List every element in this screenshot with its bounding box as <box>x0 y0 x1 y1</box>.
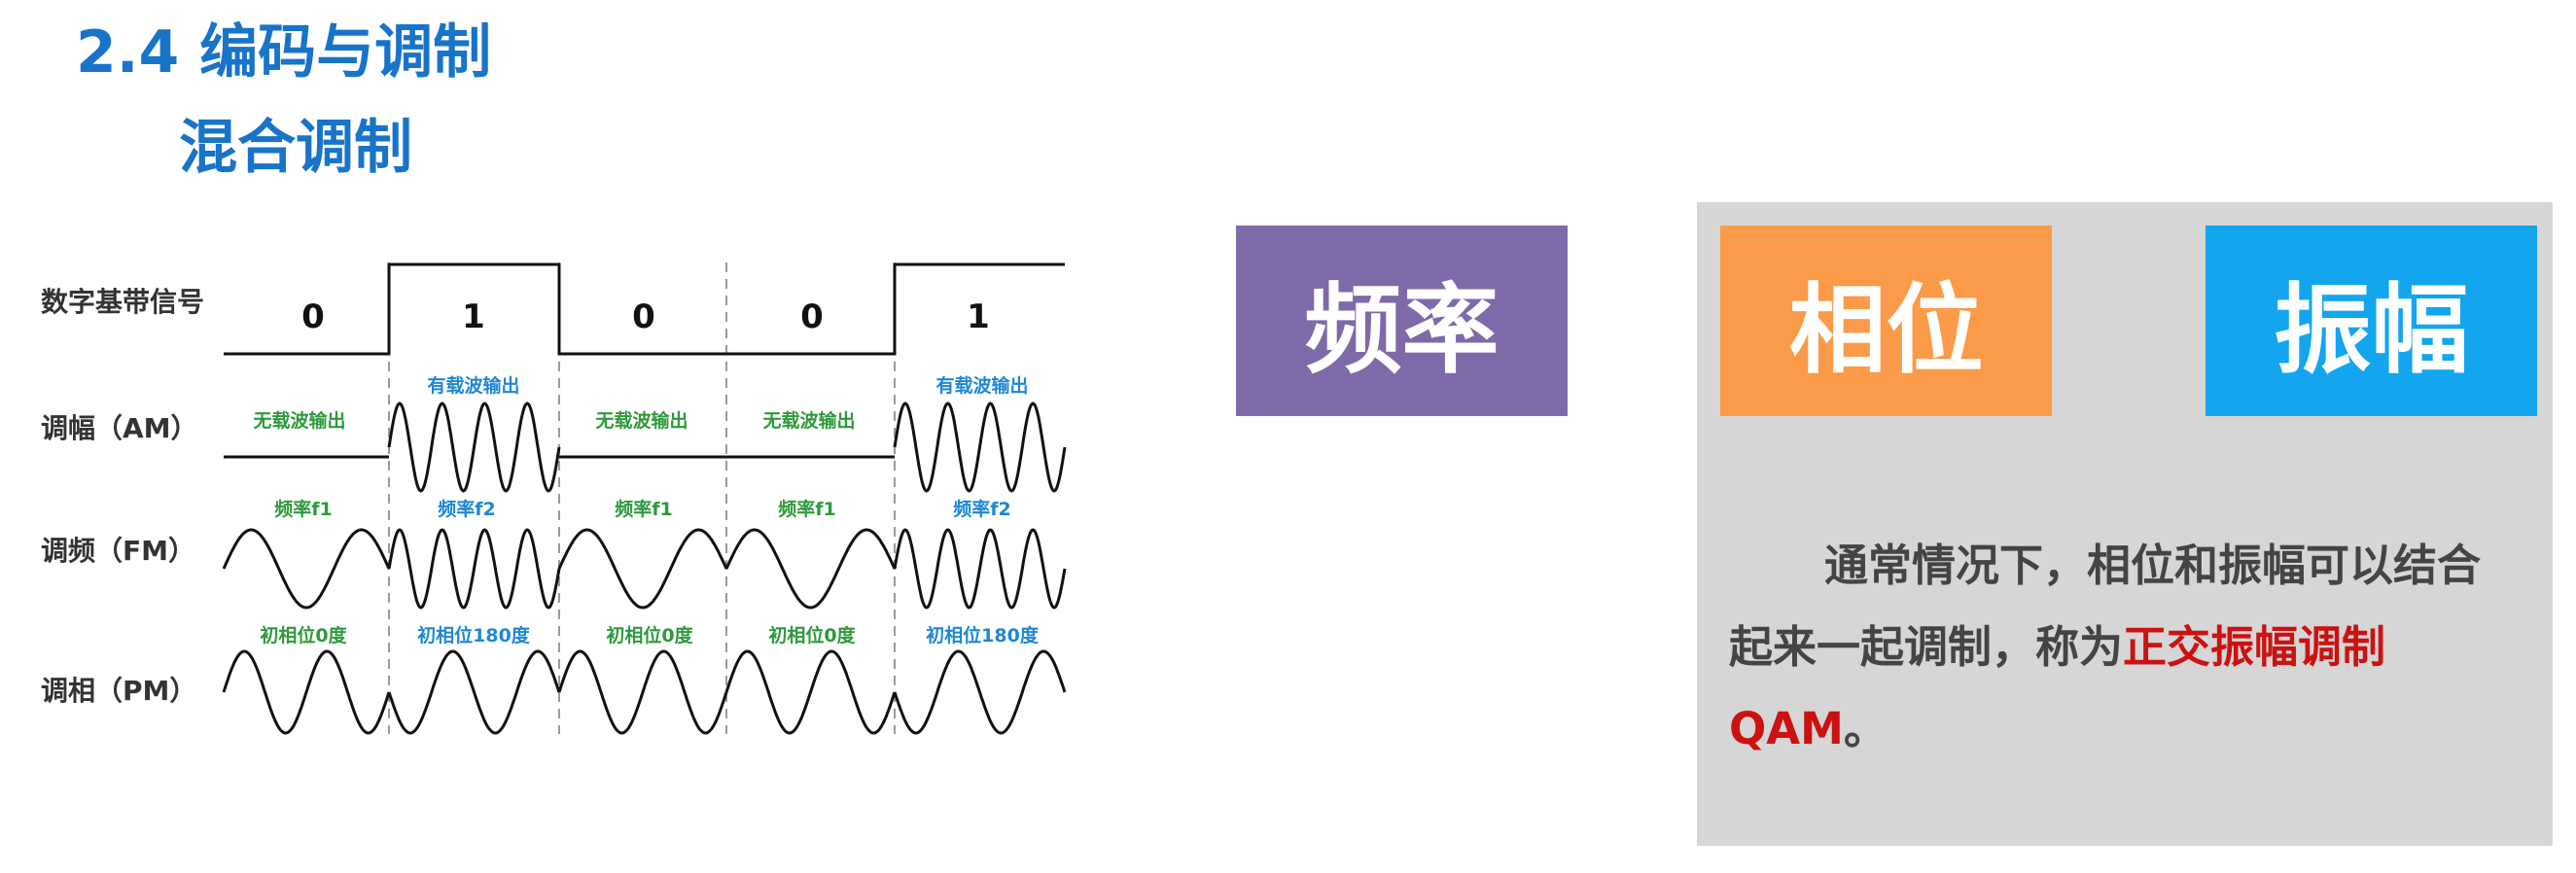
label-digital-signal: 数字基带信号 <box>41 286 204 318</box>
fm-segment-4 <box>893 528 1067 610</box>
fm-labels: 频率f1 频率f2 频率f1 频率f1 频率f2 <box>274 498 1011 520</box>
fm-label-2: 频率f1 <box>615 498 673 520</box>
modulation-diagram: 数字基带信号 调幅（AM） 调频（FM） 调相（PM） 0 1 0 0 1 无载… <box>41 262 1067 735</box>
fm-label-0: 频率f1 <box>274 498 333 520</box>
am-segment-4 <box>893 402 1067 493</box>
fm-segment-0 <box>222 528 391 610</box>
am-label-0: 无载波输出 <box>253 409 345 432</box>
pm-label-2: 初相位0度 <box>606 624 693 646</box>
frequency-box: 频率 <box>1236 226 1568 416</box>
pm-segment-1 <box>387 649 561 735</box>
section-title: 2.4 编码与调制 <box>76 18 492 87</box>
bit-2: 0 <box>632 297 655 336</box>
pm-segment-2 <box>557 649 728 735</box>
label-am: 调幅（AM） <box>41 412 198 444</box>
pm-label-4: 初相位180度 <box>926 624 1040 646</box>
pm-label-3: 初相位0度 <box>768 624 856 646</box>
amplitude-box: 振幅 <box>2205 226 2537 416</box>
pm-labels: 初相位0度 初相位180度 初相位0度 初相位0度 初相位180度 <box>260 624 1039 646</box>
qam-description: 通常情况下，相位和振幅可以结合起来一起调制，称为正交振幅调制QAM。 <box>1729 525 2507 770</box>
fm-label-4: 频率f2 <box>953 498 1011 520</box>
am-label-3: 无载波输出 <box>762 409 855 432</box>
pm-label-0: 初相位0度 <box>260 624 347 646</box>
am-segment-1 <box>387 402 561 493</box>
bit-4: 1 <box>967 297 990 336</box>
bit-3: 0 <box>800 297 824 336</box>
pm-segment-4 <box>893 649 1067 735</box>
pm-segment-3 <box>724 649 897 735</box>
bit-0: 0 <box>301 297 325 336</box>
label-fm: 调频（FM） <box>41 535 195 567</box>
fm-segment-1 <box>387 528 561 610</box>
am-label-2: 无载波输出 <box>595 409 688 432</box>
section-subtitle: 混合调制 <box>179 114 412 182</box>
am-label-1: 有载波输出 <box>427 374 519 397</box>
fm-label-3: 频率f1 <box>778 498 836 520</box>
pm-segment-0 <box>222 649 391 735</box>
fm-label-1: 频率f2 <box>438 498 496 520</box>
qam-description-end: 。 <box>1843 703 1888 754</box>
label-pm: 调相（PM） <box>41 675 196 707</box>
fm-segment-3 <box>724 528 897 610</box>
pm-label-1: 初相位180度 <box>417 624 531 646</box>
phase-box: 相位 <box>1720 226 2052 416</box>
bit-1: 1 <box>462 297 485 336</box>
am-label-4: 有载波输出 <box>935 374 1028 397</box>
fm-segment-2 <box>557 528 728 610</box>
